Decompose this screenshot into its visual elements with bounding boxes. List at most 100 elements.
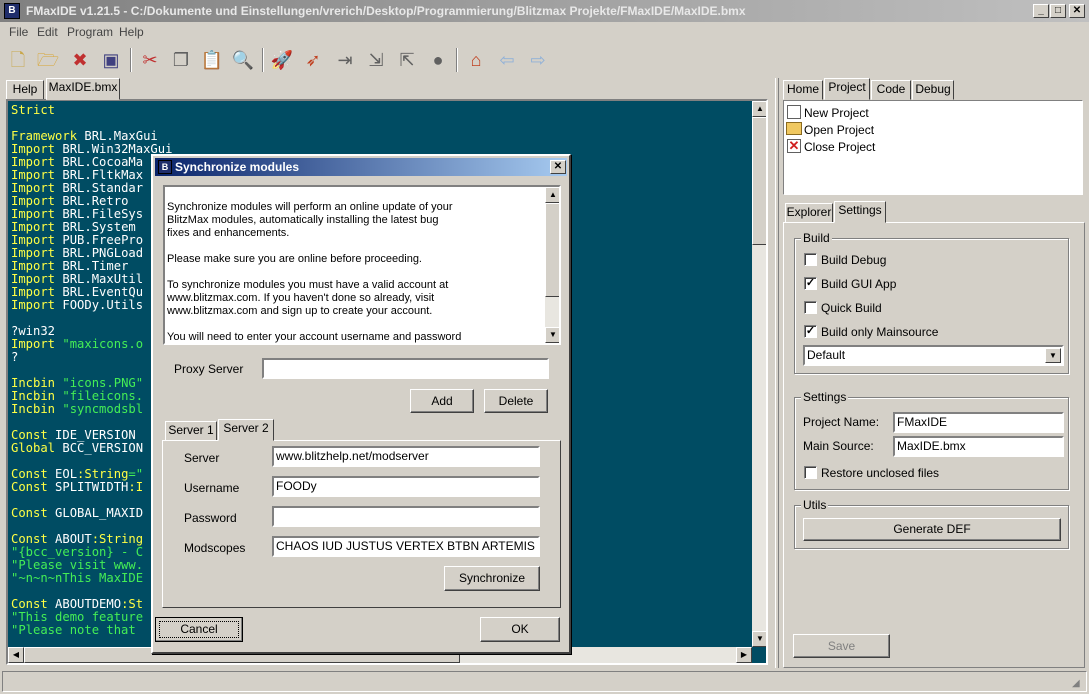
paste-icon[interactable]: 📋 bbox=[200, 48, 224, 72]
scroll-left-icon[interactable]: ◀ bbox=[8, 647, 24, 663]
dialog-text-scrollbar[interactable]: ▲ ▼ bbox=[545, 187, 559, 343]
proxy-server-field[interactable] bbox=[262, 358, 549, 379]
code-token: EOL bbox=[47, 467, 78, 481]
project-list[interactable]: New Project Open Project ✕ Close Project bbox=[783, 100, 1083, 195]
tab-home[interactable]: Home bbox=[783, 80, 823, 100]
home-icon[interactable]: ⌂ bbox=[464, 48, 488, 72]
utils-group-title: Utils bbox=[801, 498, 829, 512]
code-token: IDE_VERSION bbox=[47, 428, 136, 442]
cancel-button[interactable]: Cancel bbox=[155, 617, 243, 642]
synchronize-button[interactable]: Synchronize bbox=[444, 566, 540, 591]
splitter[interactable] bbox=[775, 78, 779, 668]
password-field[interactable] bbox=[272, 506, 540, 527]
build-run-icon[interactable]: ➶ bbox=[301, 48, 325, 72]
maximize-button[interactable]: □ bbox=[1050, 4, 1066, 18]
add-button[interactable]: Add bbox=[410, 389, 474, 413]
tab-debug[interactable]: Debug bbox=[912, 80, 954, 100]
dialog-info-paragraphs: Synchronize modules will perform an onli… bbox=[167, 201, 541, 343]
dialog-text-line bbox=[167, 266, 541, 279]
build-debug-checkbox[interactable] bbox=[804, 253, 817, 266]
close-button[interactable]: ✕ bbox=[1069, 4, 1085, 18]
build-only-mainsource-label: Build only Mainsource bbox=[821, 325, 939, 339]
tab-maxide-bmx[interactable]: MaxIDE.bmx bbox=[46, 78, 120, 100]
dialog-close-button[interactable]: ✕ bbox=[550, 160, 566, 174]
title-bar[interactable]: B FMaxIDE v1.21.5 - C:/Dokumente und Ein… bbox=[0, 0, 1089, 22]
tab-server-2[interactable]: Server 2 bbox=[218, 419, 274, 441]
copy-icon[interactable]: ❐ bbox=[169, 48, 193, 72]
scroll-up-icon[interactable]: ▲ bbox=[545, 187, 559, 203]
code-token: "~n~n~nThis MaxIDE bbox=[11, 571, 144, 585]
save-button[interactable]: Save bbox=[793, 634, 890, 658]
cut-icon[interactable]: ✂ bbox=[138, 48, 162, 72]
delete-button[interactable]: Delete bbox=[484, 389, 548, 413]
build-gui-app-checkbox[interactable]: ✓ bbox=[804, 277, 817, 290]
project-name-field[interactable]: FMaxIDE bbox=[893, 412, 1064, 433]
back-icon[interactable]: ⇦ bbox=[495, 48, 519, 72]
ok-button[interactable]: OK bbox=[480, 617, 560, 642]
code-token: Incbin bbox=[11, 376, 56, 390]
menu-program[interactable]: Program bbox=[67, 25, 113, 39]
build-icon[interactable]: 🚀 bbox=[270, 48, 294, 72]
stop-icon[interactable]: ● bbox=[426, 48, 450, 72]
menu-edit[interactable]: Edit bbox=[37, 25, 58, 39]
menu-file[interactable]: File bbox=[9, 25, 28, 39]
code-token: BRL.PNGLoad bbox=[55, 246, 144, 260]
quick-build-checkbox[interactable] bbox=[804, 301, 817, 314]
main-source-field[interactable]: MaxIDE.bmx bbox=[893, 436, 1064, 457]
build-config-select[interactable]: Default ▼ bbox=[803, 345, 1064, 366]
code-token: Const bbox=[11, 428, 48, 442]
tab-server-1[interactable]: Server 1 bbox=[165, 421, 217, 441]
main-source-label: Main Source: bbox=[803, 439, 874, 453]
code-token: BRL.MaxGui bbox=[77, 129, 158, 143]
tab-code[interactable]: Code bbox=[871, 80, 911, 100]
code-token: "Please visit www. bbox=[11, 558, 144, 572]
close-file-icon[interactable]: ✖ bbox=[68, 48, 92, 72]
code-line[interactable]: Strict bbox=[11, 104, 751, 117]
scroll-down-icon[interactable]: ▼ bbox=[545, 327, 559, 343]
open-project-item[interactable]: Open Project bbox=[804, 123, 874, 137]
server-field[interactable]: www.blitzhelp.net/modserver bbox=[272, 446, 540, 467]
generate-def-button[interactable]: Generate DEF bbox=[803, 518, 1061, 541]
username-field[interactable]: FOODy bbox=[272, 476, 540, 497]
step-in-icon[interactable]: ⇲ bbox=[364, 48, 388, 72]
tab-explorer[interactable]: Explorer bbox=[785, 203, 833, 223]
close-project-item[interactable]: Close Project bbox=[804, 140, 875, 154]
scroll-thumb[interactable] bbox=[545, 203, 559, 297]
step-out-icon[interactable]: ⇱ bbox=[395, 48, 419, 72]
code-token: Import bbox=[11, 207, 56, 221]
code-token: Import bbox=[11, 194, 56, 208]
editor-vertical-scrollbar[interactable]: ▲ ▼ bbox=[752, 101, 766, 647]
code-token: SPLITWIDTH bbox=[47, 480, 129, 494]
save-file-icon[interactable]: ▣ bbox=[99, 48, 123, 72]
dialog-text-line: Please make sure you are online before p… bbox=[167, 253, 422, 265]
new-project-item[interactable]: New Project bbox=[804, 106, 869, 120]
code-token: ? bbox=[11, 350, 19, 364]
code-token: Import bbox=[11, 337, 56, 351]
modscopes-field[interactable]: CHAOS IUD JUSTUS VERTEX BTBN ARTEMIS bbox=[272, 536, 540, 557]
scroll-thumb[interactable] bbox=[752, 117, 766, 245]
status-bar bbox=[2, 671, 1087, 692]
scroll-right-icon[interactable]: ▶ bbox=[736, 647, 752, 663]
dialog-title-bar[interactable]: B Synchronize modules ✕ bbox=[155, 158, 567, 176]
resize-grip-icon[interactable]: ◢ bbox=[1072, 678, 1085, 691]
menu-help[interactable]: Help bbox=[119, 25, 144, 39]
tab-settings[interactable]: Settings bbox=[834, 201, 886, 223]
dialog-info-text: Synchronize modules will perform an onli… bbox=[163, 185, 561, 345]
forward-icon[interactable]: ⇨ bbox=[526, 48, 550, 72]
new-file-icon[interactable]: 🗋 bbox=[6, 48, 30, 72]
code-token: Import bbox=[11, 181, 56, 195]
code-token: Import bbox=[11, 168, 56, 182]
tab-project[interactable]: Project bbox=[824, 78, 870, 100]
minimize-button[interactable]: _ bbox=[1033, 4, 1049, 18]
build-only-mainsource-checkbox[interactable]: ✓ bbox=[804, 325, 817, 338]
find-icon[interactable]: 🔍 bbox=[231, 48, 255, 72]
code-token: "Please note that bbox=[11, 623, 136, 637]
scroll-up-icon[interactable]: ▲ bbox=[752, 101, 766, 117]
tab-help[interactable]: Help bbox=[6, 80, 44, 100]
open-file-icon[interactable]: 🗁 bbox=[36, 48, 60, 72]
step-icon[interactable]: ⇥ bbox=[333, 48, 357, 72]
chevron-down-icon[interactable]: ▼ bbox=[1045, 348, 1061, 363]
restore-unclosed-checkbox[interactable] bbox=[804, 466, 817, 479]
scroll-down-icon[interactable]: ▼ bbox=[752, 631, 766, 647]
dialog-text-line: BlitzMax modules, automatically installi… bbox=[167, 214, 439, 226]
